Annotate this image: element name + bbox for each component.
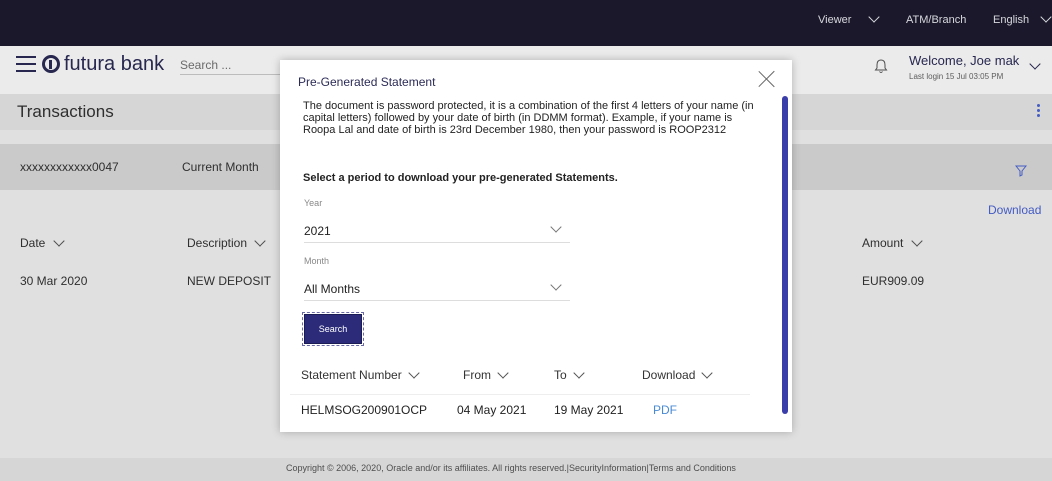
from-column-header[interactable]: From xyxy=(463,367,509,382)
to-column-header[interactable]: To xyxy=(554,367,585,382)
pdf-download-link[interactable]: PDF xyxy=(653,403,677,417)
search-button[interactable]: Search xyxy=(302,312,364,346)
modal-scrollbar[interactable] xyxy=(782,96,788,414)
year-chevron-down-icon xyxy=(550,221,562,233)
password-info-text: The document is password protected, it i… xyxy=(303,100,754,136)
statement-number-sort-chevron-icon xyxy=(408,367,420,379)
month-label: Month xyxy=(304,256,330,266)
month-select[interactable]: All Months xyxy=(304,276,570,301)
table-divider xyxy=(290,394,750,395)
to-sort-chevron-icon xyxy=(573,367,585,379)
statement-number-cell: HELMSOG200901OCP xyxy=(301,403,428,417)
year-value: 2021 xyxy=(304,224,331,238)
from-sort-chevron-icon xyxy=(497,367,509,379)
download-column-header[interactable]: Download xyxy=(642,367,714,382)
close-icon[interactable] xyxy=(758,70,776,88)
to-date-cell: 19 May 2021 xyxy=(554,403,624,417)
year-label: Year xyxy=(304,198,323,208)
period-instruction: Select a period to download your pre-gen… xyxy=(303,172,618,184)
from-date-cell: 04 May 2021 xyxy=(457,403,527,417)
month-chevron-down-icon xyxy=(550,279,562,291)
pre-generated-statement-modal: Pre-Generated Statement The document is … xyxy=(280,60,792,432)
statement-number-column-header[interactable]: Statement Number xyxy=(301,367,420,382)
modal-title: Pre-Generated Statement xyxy=(298,75,436,89)
year-select[interactable]: 2021 xyxy=(304,218,570,243)
month-value: All Months xyxy=(304,282,361,296)
download-sort-chevron-icon xyxy=(701,367,714,379)
